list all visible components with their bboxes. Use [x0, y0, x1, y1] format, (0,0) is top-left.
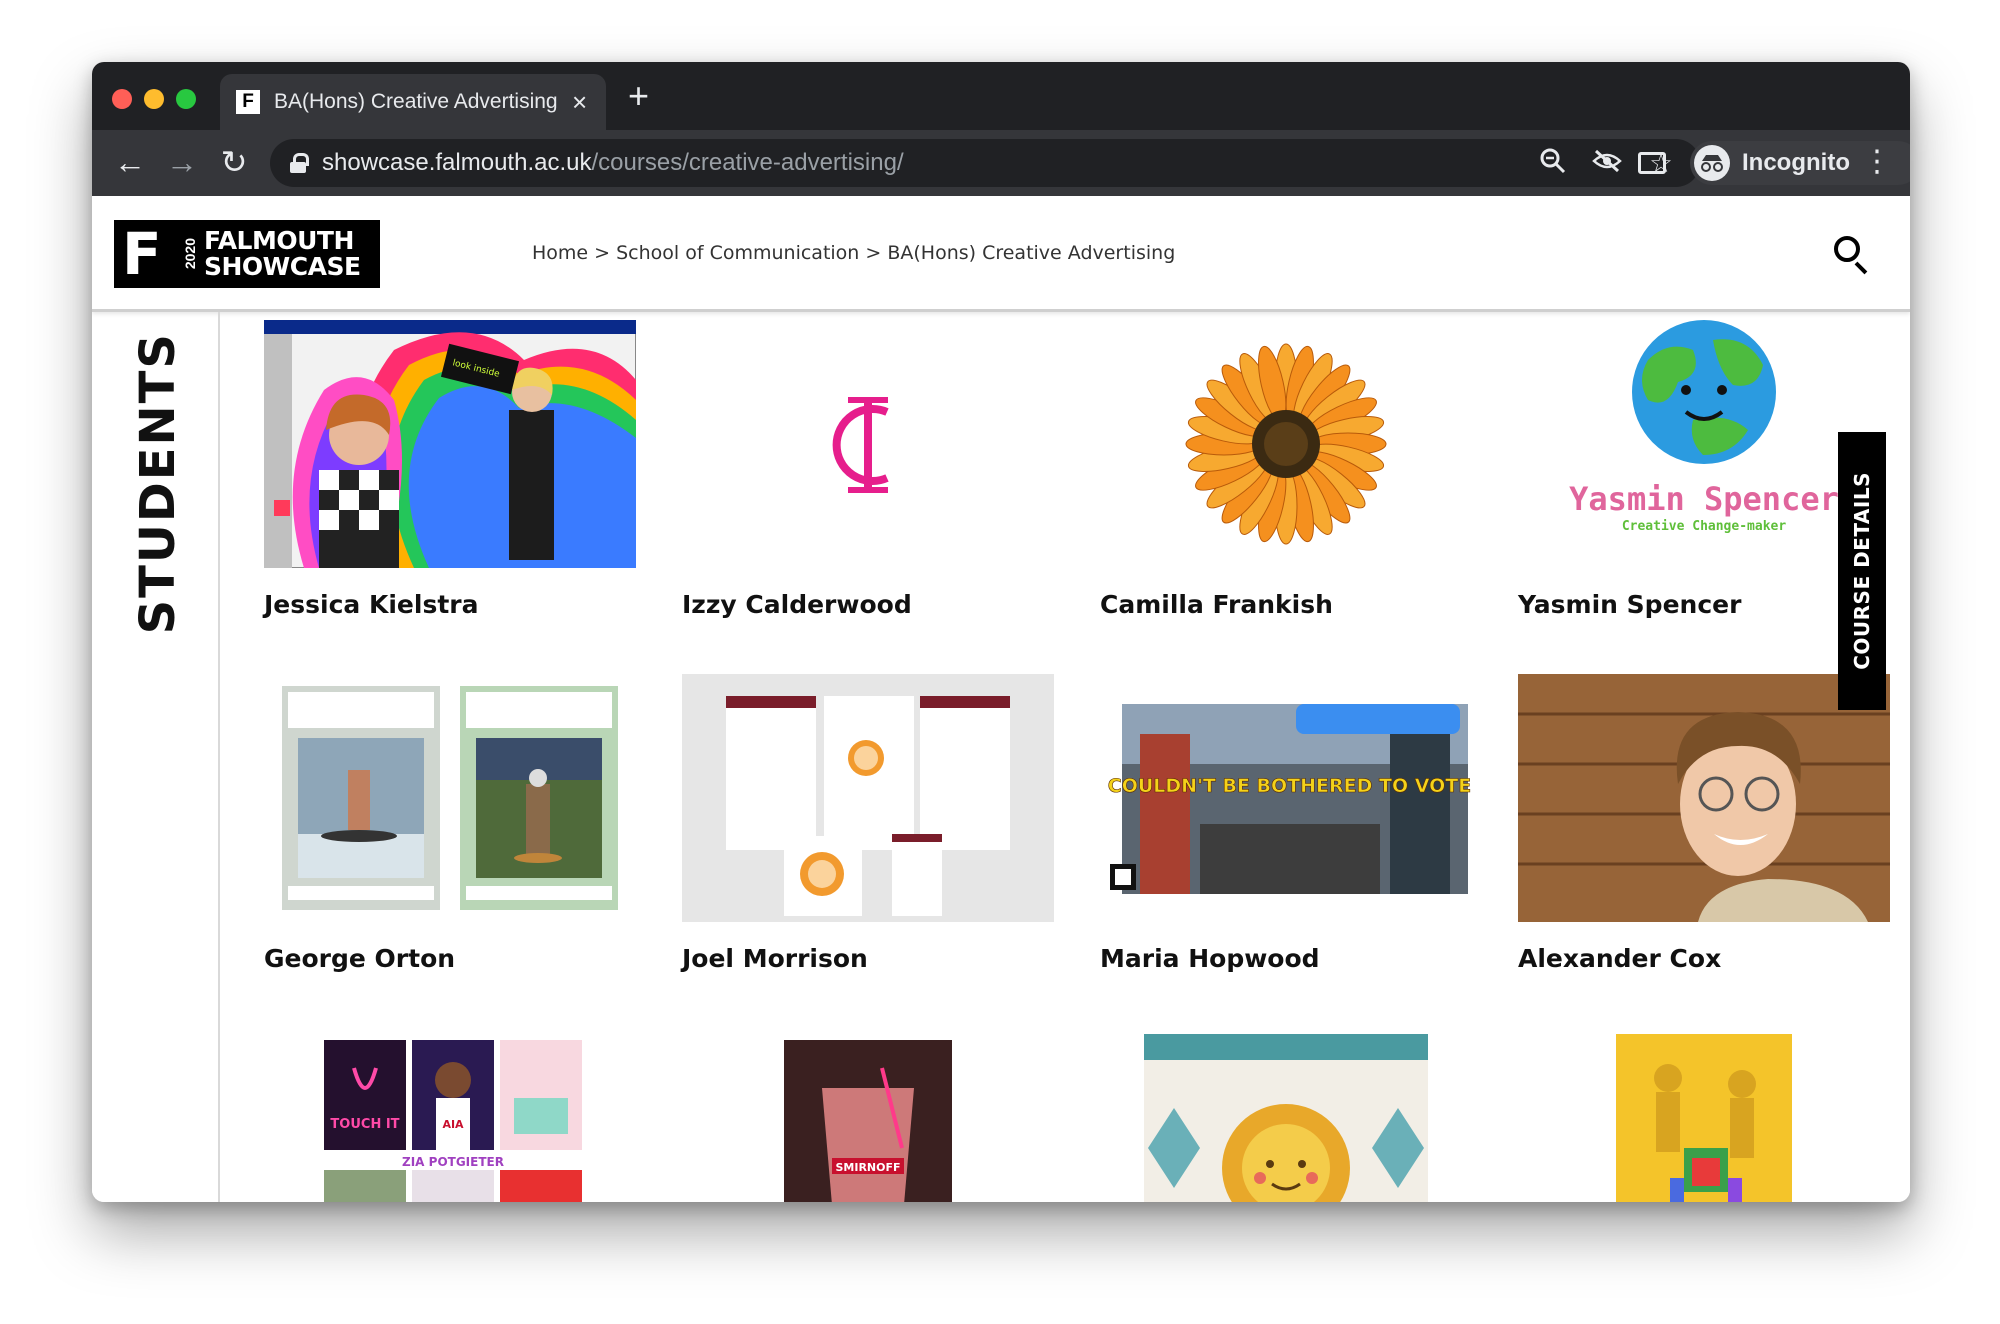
- student-name[interactable]: Joel Morrison: [682, 944, 1054, 973]
- student-thumbnail[interactable]: [1518, 674, 1890, 922]
- student-thumbnail[interactable]: TOUCH IT AIA ZIA POTGIETER: [264, 1028, 636, 1202]
- minimize-window-button[interactable]: [144, 89, 164, 109]
- incognito-icon: [1694, 145, 1730, 181]
- page-viewport: F 2020 FALMOUTH SHOWCASE Home > School o…: [92, 196, 1910, 1202]
- student-thumbnail[interactable]: look inside: [264, 320, 636, 568]
- student-card-joel-morrison[interactable]: Joel Morrison: [682, 674, 1054, 973]
- student-card-alexander-cox[interactable]: Alexander Cox: [1518, 674, 1890, 973]
- students-heading: STUDENTS: [130, 332, 186, 635]
- site-header: F 2020 FALMOUTH SHOWCASE Home > School o…: [92, 196, 1910, 312]
- student-thumbnail[interactable]: [682, 674, 1054, 922]
- student-name[interactable]: Yasmin Spencer: [1518, 590, 1890, 619]
- student-card-george-orton[interactable]: George Orton: [264, 674, 636, 973]
- browser-window: F BA(Hons) Creative Advertising × + ← → …: [92, 62, 1910, 1202]
- aia-label: AIA: [442, 1118, 464, 1131]
- maximize-window-button[interactable]: [176, 89, 196, 109]
- student-name[interactable]: Izzy Calderwood: [682, 590, 1054, 619]
- course-details-label: COURSE DETAILS: [1850, 472, 1874, 670]
- breadcrumb[interactable]: Home > School of Communication > BA(Hons…: [532, 242, 1175, 264]
- student-card-maria-hopwood[interactable]: COULDN'T BE BOTHERED TO VOTE? Maria Hopw…: [1100, 674, 1472, 973]
- student-thumbnail[interactable]: [682, 320, 1054, 568]
- students-rail: STUDENTS: [92, 312, 220, 1202]
- maria-headline: COULDN'T BE BOTHERED TO VOTE?: [1108, 775, 1472, 797]
- reload-icon[interactable]: ↻: [214, 142, 254, 182]
- student-thumbnail[interactable]: COULDN'T BE BOTHERED TO VOTE?: [1100, 674, 1472, 922]
- tab-creative-advertising[interactable]: F BA(Hons) Creative Advertising ×: [220, 74, 606, 130]
- logo-year: 2020: [182, 238, 198, 270]
- falmouth-showcase-logo[interactable]: F 2020 FALMOUTH SHOWCASE: [114, 220, 380, 288]
- url-path: /courses/creative-advertising/: [591, 149, 904, 176]
- student-thumbnail[interactable]: [1100, 320, 1472, 568]
- smirnoff-label: SMIRNOFF: [835, 1161, 900, 1174]
- student-card-yellow-poster[interactable]: [1518, 1028, 1890, 1202]
- student-name[interactable]: Camilla Frankish: [1100, 590, 1472, 619]
- student-card-smirnoff-campaign[interactable]: SMIRNOFF: [682, 1028, 1054, 1202]
- close-window-button[interactable]: [112, 89, 132, 109]
- student-name[interactable]: George Orton: [264, 944, 636, 973]
- yasmin-logo-name: Yasmin Spencer: [1569, 480, 1839, 518]
- new-tab-icon[interactable]: +: [628, 78, 649, 114]
- zia-label: ZIA POTGIETER: [402, 1155, 504, 1169]
- logo-f: F: [122, 220, 162, 288]
- student-thumbnail[interactable]: [264, 674, 636, 922]
- student-card-izzy-calderwood[interactable]: Izzy Calderwood: [682, 320, 1054, 619]
- student-thumbnail[interactable]: [1518, 1028, 1890, 1202]
- eye-off-icon[interactable]: [1592, 147, 1622, 182]
- search-icon[interactable]: [1832, 234, 1872, 275]
- student-card-yasmin-spencer[interactable]: Yasmin Spencer Creative Change-maker Yas…: [1518, 320, 1890, 619]
- student-name[interactable]: Jessica Kielstra: [264, 590, 636, 619]
- student-thumbnail[interactable]: [1100, 1028, 1472, 1202]
- tab-strip: F BA(Hons) Creative Advertising × +: [92, 62, 1910, 130]
- lock-icon[interactable]: [290, 153, 309, 173]
- student-thumbnail[interactable]: Yasmin Spencer Creative Change-maker: [1518, 320, 1890, 568]
- student-card-zia-potgieter[interactable]: TOUCH IT AIA ZIA POTGIETER: [264, 1028, 636, 1202]
- yasmin-logo-tagline: Creative Change-maker: [1622, 519, 1787, 534]
- address-bar[interactable]: showcase.falmouth.ac.uk /courses/creativ…: [270, 139, 1700, 187]
- url-domain: showcase.falmouth.ac.uk: [322, 149, 592, 176]
- logo-line2: SHOWCASE: [204, 252, 361, 281]
- student-name[interactable]: Maria Hopwood: [1100, 944, 1472, 973]
- zoom-icon[interactable]: [1538, 147, 1568, 182]
- student-card-sun-print[interactable]: [1100, 1028, 1472, 1202]
- tab-title: BA(Hons) Creative Advertising: [274, 90, 558, 113]
- cast-icon[interactable]: [1638, 152, 1666, 174]
- falmouth-favicon-icon: F: [236, 90, 260, 114]
- browser-toolbar: ← → ↻ showcase.falmouth.ac.uk /courses/c…: [92, 130, 1910, 196]
- touch-it-label: TOUCH IT: [330, 1117, 399, 1132]
- incognito-label: Incognito: [1742, 149, 1850, 176]
- student-thumbnail[interactable]: SMIRNOFF: [682, 1028, 1054, 1202]
- student-name[interactable]: Alexander Cox: [1518, 944, 1890, 973]
- logo-line1: FALMOUTH: [204, 226, 354, 255]
- tab-close-icon[interactable]: ×: [572, 89, 587, 115]
- forward-arrow-icon[interactable]: →: [162, 142, 202, 182]
- course-details-tab[interactable]: COURSE DETAILS: [1838, 432, 1886, 710]
- back-arrow-icon[interactable]: ←: [110, 142, 150, 182]
- kebab-menu-icon[interactable]: ⋮: [1862, 144, 1892, 180]
- student-card-jessica-kielstra[interactable]: look inside Jessica Kielstra: [264, 320, 636, 619]
- student-card-camilla-frankish[interactable]: Camilla Frankish: [1100, 320, 1472, 619]
